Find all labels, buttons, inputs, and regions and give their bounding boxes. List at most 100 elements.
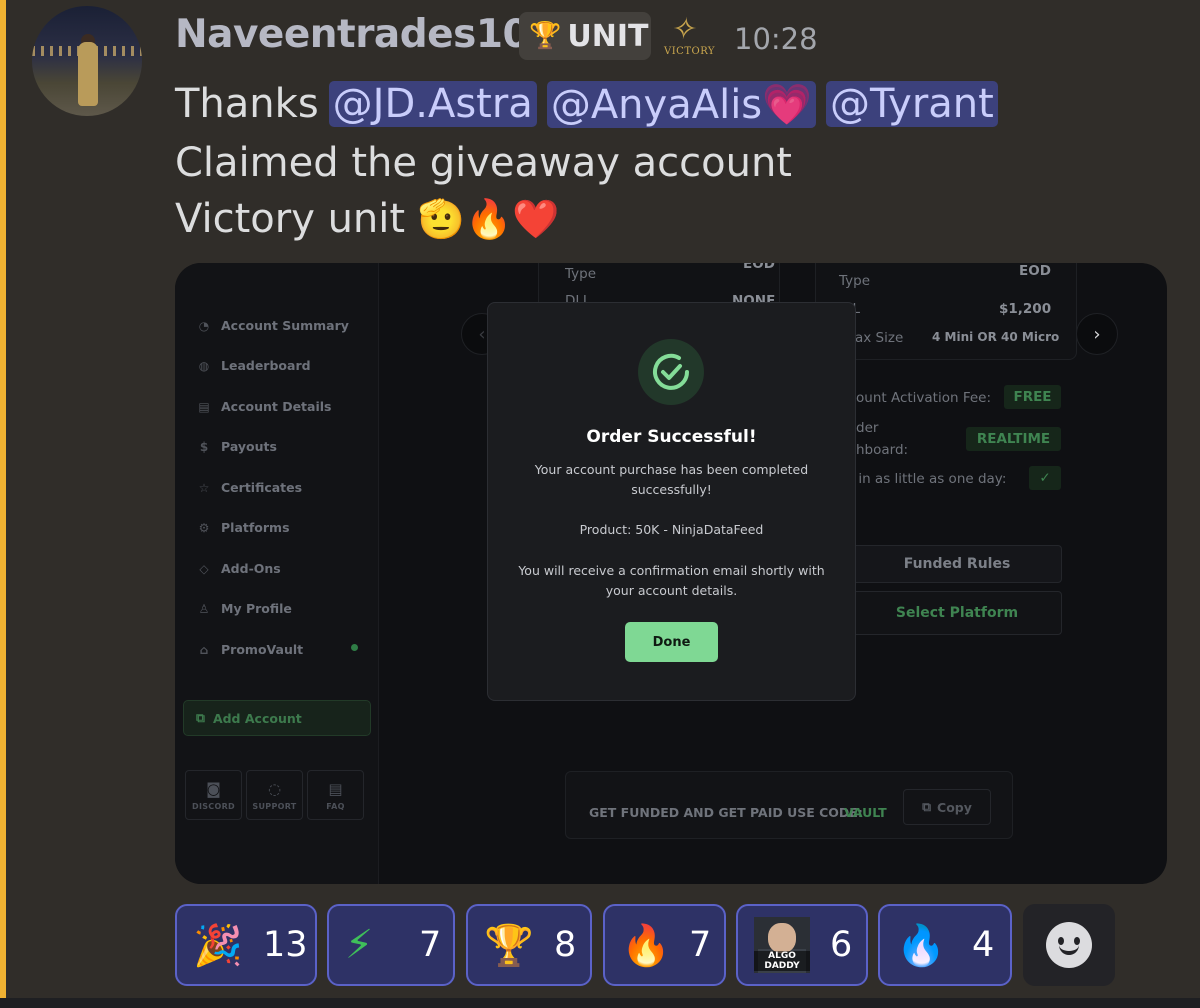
inline-emojis: 🫡🔥❤️	[417, 197, 560, 241]
mention-jd-astra[interactable]: @JD.Astra	[328, 81, 537, 127]
gauge-icon: ◔	[198, 318, 210, 333]
reaction-trophy[interactable]: 🏆 8	[466, 904, 592, 986]
sidebar-item-add-ons[interactable]: ◇ Add-Ons	[197, 561, 280, 576]
add-account-label: Add Account	[212, 710, 302, 726]
sidebar-item-leaderboard[interactable]: ◍ Leaderboard	[197, 358, 311, 373]
faq-icon: ▤	[328, 779, 343, 798]
globe-icon: ◍	[198, 358, 210, 373]
reaction-party-popper[interactable]: 🎉 13	[175, 904, 317, 986]
message-timestamp[interactable]: 10:28	[734, 22, 818, 56]
party-popper-icon: 🎉	[193, 922, 243, 969]
sidebar-item-label: Account Summary	[221, 318, 349, 333]
mention-anyaalis[interactable]: @AnyaAlis💗	[546, 80, 816, 128]
sidebar-item-label: Payouts	[221, 439, 277, 454]
done-button[interactable]: Done	[625, 622, 718, 662]
smiley-mouth	[1059, 945, 1079, 955]
dashboard-label-2: hboard:	[856, 442, 909, 458]
sidebar-item-payouts[interactable]: $ Payouts	[197, 439, 277, 454]
victory-badge-icon[interactable]: ✧ VICTORY	[660, 10, 718, 60]
copy-label: Copy	[937, 799, 972, 815]
right-max-value: 4 Mini OR 40 Micro	[932, 330, 1060, 344]
faq-label: FAQ	[326, 801, 345, 811]
reaction-fire[interactable]: 🔥 7	[603, 904, 726, 986]
promo-code: VAULT	[844, 805, 887, 820]
chevron-right-icon[interactable]: ›	[1076, 313, 1118, 355]
victory-unit-text: Victory unit	[175, 196, 406, 242]
avatar-figure	[78, 42, 98, 106]
modal-product: Product: 50K - NinjaDataFeed	[579, 522, 764, 537]
modal-message: Your account purchase has been completed…	[534, 462, 809, 497]
image-attachment[interactable]: ◔ Account Summary ◍ Leaderboard ▤ Accoun…	[175, 263, 1167, 884]
sidebar-item-my-profile[interactable]: ♙ My Profile	[197, 601, 292, 616]
right-max-label: ax Size	[855, 330, 904, 346]
username[interactable]: Naveentrades100	[175, 12, 556, 57]
sidebar-item-account-details[interactable]: ▤ Account Details	[197, 399, 331, 414]
message-line-3: Victory unit 🫡🔥❤️	[175, 196, 560, 242]
fire-icon: 🔥	[621, 922, 671, 969]
algo-daddy-emoji-icon: ALGO DADDY	[754, 917, 810, 973]
copy-button[interactable]: ⧉ Copy	[903, 789, 991, 825]
sidebar-item-promovault[interactable]: ⌂ PromoVault	[197, 642, 303, 657]
victory-logo-text: VICTORY	[664, 46, 716, 57]
avatar[interactable]	[32, 6, 142, 116]
modal-confirmation: You will receive a confirmation email sh…	[518, 563, 825, 598]
reaction-algo-daddy[interactable]: ALGO DADDY 6	[736, 904, 868, 986]
dollar-icon: $	[199, 439, 209, 454]
one-day-check: ✓	[1029, 466, 1061, 490]
select-platform-button[interactable]: Select Platform	[852, 591, 1062, 635]
promo-code-bar: GET FUNDED AND GET PAID USE CODE: VAULT …	[565, 771, 1013, 839]
modal-title: Order Successful!	[586, 427, 757, 447]
reaction-blue-fire[interactable]: 🔥 4	[878, 904, 1012, 986]
promovault-status-dot	[351, 644, 358, 651]
right-dll-value: $1,200	[999, 301, 1052, 317]
dashboard-value: REALTIME	[966, 427, 1061, 451]
sidebar-item-label: Certificates	[221, 480, 303, 495]
server-tag-label: UNIT	[567, 18, 649, 54]
right-type-label: Type	[839, 273, 871, 289]
funded-rules-button[interactable]: Funded Rules	[852, 545, 1062, 583]
reaction-count: 4	[972, 925, 995, 965]
smiley-right-eye	[1074, 937, 1080, 945]
reaction-count: 7	[419, 925, 442, 965]
bottom-divider	[0, 998, 1200, 1008]
trophy-icon: 🏆	[529, 21, 562, 51]
right-type-value: EOD	[1019, 263, 1051, 279]
message-highlight-bar	[0, 0, 6, 1008]
thanks-text: Thanks	[175, 81, 319, 127]
sidebar-item-label: Leaderboard	[221, 358, 311, 373]
reaction-lightning[interactable]: ⚡ 7	[327, 904, 455, 986]
activation-fee-label: ount Activation Fee:	[856, 390, 992, 406]
message-line-1: Thanks @JD.Astra @AnyaAlis💗 @Tyrant	[175, 76, 998, 132]
mention-tyrant[interactable]: @Tyrant	[825, 81, 998, 127]
activation-fee-value: FREE	[1004, 385, 1061, 409]
tag-icon: ◇	[199, 561, 209, 576]
support-button[interactable]: ◌ SUPPORT	[246, 770, 303, 820]
document-icon: ▤	[198, 399, 210, 414]
left-type-value: EOD	[743, 263, 775, 272]
support-label: SUPPORT	[252, 801, 297, 811]
smiley-left-eye	[1058, 937, 1064, 945]
dashboard-label-1: der	[856, 420, 879, 436]
add-account-button[interactable]: ⧉ Add Account	[183, 700, 371, 736]
star-icon: ☆	[198, 480, 210, 495]
server-tag[interactable]: 🏆 UNIT	[519, 12, 651, 60]
sidebar-item-label: Platforms	[221, 520, 290, 535]
sidebar-item-label: My Profile	[221, 601, 292, 616]
app-sidebar: ◔ Account Summary ◍ Leaderboard ▤ Accoun…	[175, 263, 379, 884]
add-reaction-button[interactable]	[1023, 904, 1115, 986]
sidebar-item-platforms[interactable]: ⚙ Platforms	[197, 520, 290, 535]
sidebar-item-account-summary[interactable]: ◔ Account Summary	[197, 318, 349, 333]
lock-icon: ⌂	[199, 642, 209, 657]
sidebar-item-certificates[interactable]: ☆ Certificates	[197, 480, 302, 495]
chat-bubble-icon: ◌	[267, 779, 282, 798]
copy-icon: ⧉	[922, 799, 932, 814]
reaction-count: 6	[830, 925, 853, 965]
trophy-icon: 🏆	[484, 922, 534, 969]
discord-button[interactable]: ◙ DISCORD	[185, 770, 242, 820]
user-icon: ♙	[198, 601, 210, 616]
order-success-modal: Order Successful! Your account purchase …	[487, 302, 856, 701]
faq-button[interactable]: ▤ FAQ	[307, 770, 364, 820]
wing-icon: ✧	[668, 12, 701, 47]
discord-label: DISCORD	[192, 801, 235, 811]
sidebar-item-label: Account Details	[221, 399, 332, 414]
